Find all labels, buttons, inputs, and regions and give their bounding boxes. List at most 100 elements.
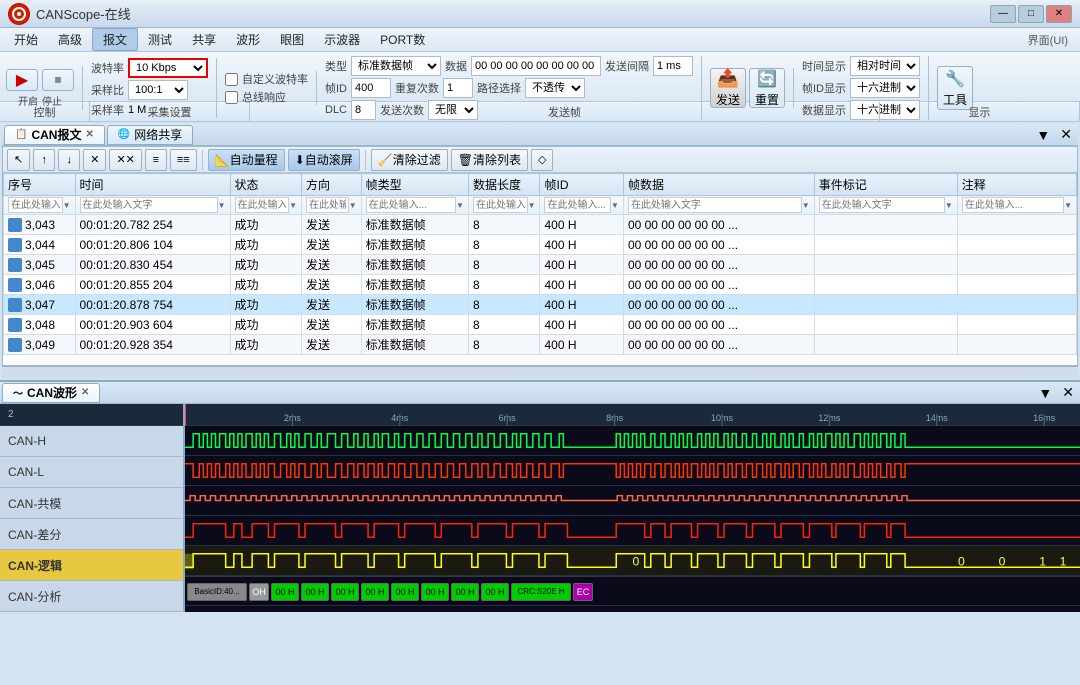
channel-can-logic[interactable]: CAN-逻辑 (0, 550, 183, 581)
filter-direction-input[interactable] (306, 197, 349, 213)
table-row[interactable]: 3,047 00:01:20.878 754 成功 发送 标准数据帧 8 400… (4, 295, 1077, 315)
ptb-diamond-btn[interactable]: ◇ (531, 149, 553, 171)
ptb-clear-btn[interactable]: ✕ (83, 149, 106, 171)
table-row[interactable]: 3,043 00:01:20.782 254 成功 发送 标准数据帧 8 400… (4, 215, 1077, 235)
filter-time-input[interactable] (80, 197, 218, 213)
menu-share[interactable]: 共享 (182, 29, 226, 50)
ptb-col1-btn[interactable]: ≡ (145, 149, 167, 171)
filter-dlc-input[interactable] (473, 197, 528, 213)
wave-panel-pin[interactable]: ✕ (1058, 384, 1078, 401)
filter-fid-icon[interactable]: ▼ (611, 201, 619, 210)
cell-status: 成功 (230, 335, 302, 355)
tab-can-message-close[interactable]: ✕ (85, 129, 93, 140)
table-row[interactable]: 3,044 00:01:20.806 104 成功 发送 标准数据帧 8 400… (4, 235, 1077, 255)
frame-id-display-select[interactable]: 十六进制 (850, 78, 920, 98)
filter-fdata: ▼ (623, 196, 814, 215)
filter-event-icon[interactable]: ▼ (945, 201, 953, 210)
cell-event (814, 295, 957, 315)
ptb-col2-btn[interactable]: ≡≡ (170, 149, 197, 171)
panel-collapse-button[interactable]: ▼ (1032, 127, 1054, 143)
table-row[interactable]: 3,045 00:01:20.830 454 成功 发送 标准数据帧 8 400… (4, 255, 1077, 275)
tab-network-share[interactable]: 🌐 网络共享 (107, 125, 193, 145)
filter-time-icon[interactable]: ▼ (218, 201, 226, 210)
channel-can-diff-label: CAN-差分 (8, 526, 61, 543)
svg-text:0: 0 (958, 555, 965, 569)
baud-select[interactable]: 10 Kbps (128, 58, 208, 78)
frame-id-label: 帧ID (325, 80, 347, 96)
filter-status-icon[interactable]: ▼ (289, 201, 297, 210)
menu-wave[interactable]: 波形 (226, 29, 270, 50)
can-tab-bar: 📋 CAN报文 ✕ 🌐 网络共享 ▼ ✕ (2, 124, 1078, 146)
ptb-cursor-btn[interactable]: ↖ (7, 149, 30, 171)
filter-type-input[interactable] (366, 197, 456, 213)
table-row[interactable]: 3,049 00:01:20.928 354 成功 发送 标准数据帧 8 400… (4, 335, 1077, 355)
repeat-input[interactable] (443, 78, 473, 98)
maximize-button[interactable]: □ (1018, 5, 1044, 23)
cell-time: 00:01:20.903 604 (75, 315, 230, 335)
ptb-clear-list-btn[interactable]: 🗑 清除列表 (451, 149, 528, 171)
menu-eye[interactable]: 眼图 (270, 29, 314, 50)
th-note: 注释 (957, 174, 1076, 196)
channel-can-l[interactable]: CAN-L (0, 457, 183, 488)
main-toolbar: ▶ ⏹ 开启 停止 波特率 10 Kbps 采样比 100:1 采样率 1 M (0, 52, 1080, 102)
channel-can-common[interactable]: CAN-共模 (0, 488, 183, 519)
ptb-clear-all-btn[interactable]: ✕✕ (109, 149, 141, 171)
filter-direction-icon[interactable]: ▼ (349, 201, 357, 210)
channel-can-diff[interactable]: CAN-差分 (0, 519, 183, 550)
menu-test[interactable]: 测试 (138, 29, 182, 50)
auto-baud-checkbox[interactable] (225, 73, 238, 86)
filter-dlc-icon[interactable]: ▼ (528, 201, 536, 210)
filter-note-icon[interactable]: ▼ (1064, 201, 1072, 210)
cell-frame-id: 400 H (540, 235, 623, 255)
window-controls[interactable]: — □ ✕ (990, 5, 1072, 23)
type-select[interactable]: 标准数据帧 (351, 56, 441, 76)
cell-note (957, 255, 1076, 275)
filter-seq-icon[interactable]: ▼ (63, 201, 71, 210)
table-row[interactable]: 3,048 00:01:20.903 604 成功 发送 标准数据帧 8 400… (4, 315, 1077, 335)
close-button[interactable]: ✕ (1046, 5, 1072, 23)
panel-pin-button[interactable]: ✕ (1056, 126, 1076, 143)
wave-tab-icon: 〜 (13, 385, 23, 400)
menu-report[interactable]: 报文 (92, 28, 138, 51)
open-button[interactable]: ▶ (6, 69, 38, 91)
ptb-clear-filter-btn[interactable]: 🧹 清除过滤 (371, 149, 448, 171)
menu-start[interactable]: 开始 (4, 29, 48, 50)
cell-note (957, 215, 1076, 235)
tab-can-message-icon: 📋 (15, 129, 27, 140)
minimize-button[interactable]: — (990, 5, 1016, 23)
channel-can-analysis[interactable]: CAN-分析 (0, 581, 183, 612)
ctrl-section-control: 控制 (0, 102, 90, 121)
table-row[interactable]: 3,046 00:01:20.855 204 成功 发送 标准数据帧 8 400… (4, 275, 1077, 295)
time-display-select[interactable]: 相对时间 (850, 56, 920, 76)
menu-scope[interactable]: 示波器 (314, 29, 370, 50)
filter-note-input[interactable] (962, 197, 1064, 213)
filter-type-icon[interactable]: ▼ (456, 201, 464, 210)
stop-button[interactable]: ⏹ (42, 69, 74, 91)
ptb-auto-scroll-btn[interactable]: ⬇ 自动滚屏 (288, 149, 360, 171)
send-interval-input[interactable] (653, 56, 693, 76)
filter-fdata-input[interactable] (628, 197, 802, 213)
filter-fid-input[interactable] (544, 197, 611, 213)
ptb-auto-range-btn[interactable]: 📐 自动量程 (208, 149, 285, 171)
wave-tab-close[interactable]: ✕ (81, 387, 89, 398)
ptb-up-btn[interactable]: ↑ (33, 149, 55, 171)
frame-id-input[interactable] (351, 78, 391, 98)
menu-advanced[interactable]: 高级 (48, 29, 92, 50)
wave-panel-collapse[interactable]: ▼ (1034, 385, 1056, 401)
can-scrollbar-h[interactable] (2, 366, 1078, 378)
menu-port[interactable]: PORT数 (370, 29, 435, 50)
tab-can-wave[interactable]: 〜 CAN波形 ✕ (2, 383, 100, 403)
data-input[interactable] (471, 56, 601, 76)
ptb-down-btn[interactable]: ↓ (58, 149, 80, 171)
channel-can-h[interactable]: CAN-H (0, 426, 183, 457)
sample-ratio-select[interactable]: 100:1 (128, 80, 188, 100)
cell-data: 00 00 00 00 00 00 ... (623, 295, 814, 315)
can-table-container[interactable]: 序号 时间 状态 方向 帧类型 数据长度 帧ID 帧数据 事件标记 注释 (3, 173, 1077, 366)
svg-text:0: 0 (999, 555, 1006, 569)
route-select[interactable]: 不透传 (525, 78, 585, 98)
filter-fdata-icon[interactable]: ▼ (802, 201, 810, 210)
filter-seq-input[interactable] (8, 197, 63, 213)
filter-status-input[interactable] (235, 197, 290, 213)
tab-can-message[interactable]: 📋 CAN报文 ✕ (4, 125, 105, 145)
filter-event-input[interactable] (819, 197, 945, 213)
